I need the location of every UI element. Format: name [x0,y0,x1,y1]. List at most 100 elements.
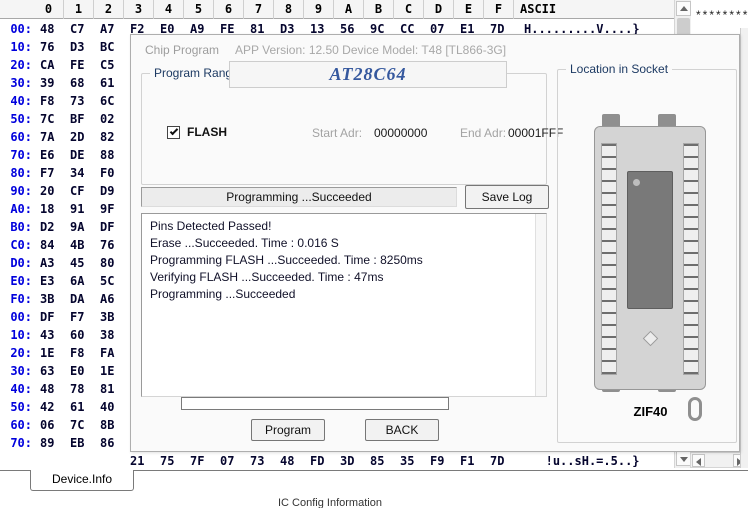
hex-byte[interactable]: 43 [40,326,66,344]
hex-byte[interactable]: 76 [40,38,66,56]
hex-byte[interactable]: 75 [160,452,186,470]
hex-byte[interactable]: BF [70,110,96,128]
hex-byte[interactable]: FD [310,452,336,470]
hex-byte[interactable]: 45 [70,254,96,272]
hex-address: B0: [0,218,32,236]
hex-byte[interactable]: 7F [190,452,216,470]
hex-byte[interactable]: 34 [70,164,96,182]
hex-byte[interactable]: 38 [100,326,126,344]
hex-header-col: 7 [244,0,274,19]
hex-byte[interactable]: 86 [100,434,126,452]
hex-byte[interactable]: D2 [40,218,66,236]
hex-byte[interactable]: DF [40,308,66,326]
back-button[interactable]: BACK [365,419,439,441]
hex-byte[interactable]: E6 [40,146,66,164]
flash-checkbox[interactable] [167,126,180,139]
hex-byte[interactable]: 3B [100,308,126,326]
hex-byte[interactable]: 7C [40,110,66,128]
hex-byte[interactable]: E0 [70,362,96,380]
hex-byte[interactable]: 07 [220,452,246,470]
hex-byte[interactable]: BC [100,38,126,56]
hex-byte[interactable]: D9 [100,182,126,200]
hex-byte[interactable]: 48 [40,20,66,38]
hex-byte[interactable]: 82 [100,128,126,146]
hex-byte[interactable]: 48 [280,452,306,470]
hex-byte[interactable]: 84 [40,236,66,254]
hex-byte[interactable]: 6C [100,92,126,110]
hex-byte[interactable]: A3 [40,254,66,272]
scroll-left-button[interactable] [692,454,705,467]
log-scrollbar[interactable] [535,214,546,396]
hex-byte[interactable]: 61 [100,74,126,92]
hex-byte[interactable]: F9 [430,452,456,470]
hex-byte[interactable]: 73 [250,452,276,470]
hex-byte[interactable]: F0 [100,164,126,182]
hex-byte[interactable]: DF [100,218,126,236]
scroll-up-button[interactable] [676,1,691,16]
hex-byte[interactable]: A7 [100,20,126,38]
tab-device-info[interactable]: Device.Info [30,470,134,491]
hex-header-ascii: ASCII [514,0,578,19]
hex-byte[interactable]: F7 [70,308,96,326]
hex-byte[interactable]: 61 [70,398,96,416]
hex-byte[interactable]: E3 [40,272,66,290]
hex-byte[interactable]: C5 [100,56,126,74]
hex-byte[interactable]: F8 [70,344,96,362]
hex-byte[interactable]: 7C [70,416,96,434]
hex-byte[interactable]: F7 [40,164,66,182]
hex-byte[interactable]: 40 [100,398,126,416]
zif-socket-graphic [594,126,706,390]
hex-byte[interactable]: 76 [100,236,126,254]
hex-byte[interactable]: 06 [40,416,66,434]
hex-byte[interactable]: 48 [40,380,66,398]
hex-byte[interactable]: 73 [70,92,96,110]
hex-byte[interactable]: 1E [100,362,126,380]
program-button[interactable]: Program [251,419,325,441]
hex-byte[interactable]: 5C [100,272,126,290]
hex-byte[interactable]: CF [70,182,96,200]
hex-byte[interactable]: 21 [130,452,156,470]
hex-byte[interactable]: 8B [100,416,126,434]
hex-byte[interactable]: 39 [40,74,66,92]
hex-byte[interactable]: 91 [70,200,96,218]
hex-byte[interactable]: 68 [70,74,96,92]
hex-byte[interactable]: 88 [100,146,126,164]
hex-byte[interactable]: 2D [70,128,96,146]
hex-byte[interactable]: 63 [40,362,66,380]
hex-byte[interactable]: 80 [100,254,126,272]
hex-byte[interactable]: FA [100,344,126,362]
hex-byte[interactable]: 4B [70,236,96,254]
save-log-button[interactable]: Save Log [465,185,549,209]
hex-byte[interactable]: 81 [100,380,126,398]
hex-byte[interactable]: 89 [40,434,66,452]
hex-byte[interactable]: 35 [400,452,426,470]
hex-byte[interactable]: D3 [70,38,96,56]
hex-byte[interactable]: C7 [70,20,96,38]
hex-byte[interactable]: 85 [370,452,396,470]
hex-byte[interactable]: 78 [70,380,96,398]
hex-byte[interactable]: 7A [40,128,66,146]
hex-byte[interactable]: CA [40,56,66,74]
hex-byte[interactable]: 9A [70,218,96,236]
hex-byte[interactable]: DA [70,290,96,308]
hex-byte[interactable]: 18 [40,200,66,218]
hex-byte[interactable]: 6A [70,272,96,290]
hex-byte[interactable]: 3D [340,452,366,470]
hex-byte[interactable]: EB [70,434,96,452]
hex-byte[interactable]: 1E [40,344,66,362]
log-area[interactable]: Pins Detected Passed!Erase ...Succeeded.… [141,213,547,397]
hex-byte[interactable]: F8 [40,92,66,110]
hex-byte[interactable]: 60 [70,326,96,344]
hex-byte[interactable]: 3B [40,290,66,308]
window-right-scrollbar[interactable] [740,28,748,468]
hex-byte[interactable]: 02 [100,110,126,128]
hex-byte[interactable]: 9F [100,200,126,218]
scroll-down-button[interactable] [676,451,691,466]
hex-byte[interactable]: 7D [490,452,516,470]
hex-byte[interactable]: A6 [100,290,126,308]
hex-byte[interactable]: DE [70,146,96,164]
hex-byte[interactable]: FE [70,56,96,74]
hex-byte[interactable]: F1 [460,452,486,470]
hex-byte[interactable]: 42 [40,398,66,416]
hex-byte[interactable]: 20 [40,182,66,200]
